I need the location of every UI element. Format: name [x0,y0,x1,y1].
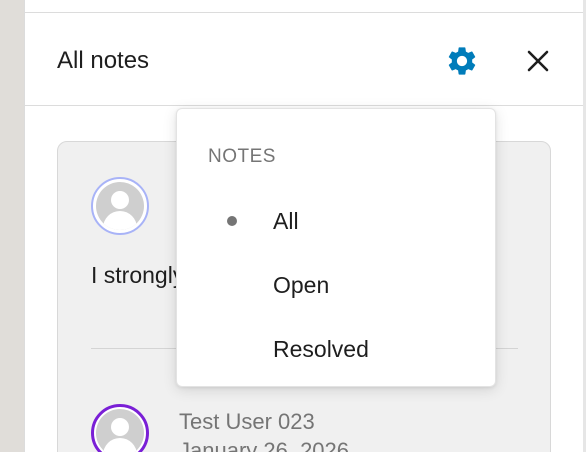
notes-sidebar-screen: All notes I strongly Test User 023 Janua… [0,0,586,452]
menu-item-open[interactable]: Open [192,261,480,309]
reply-author: Test User 023 [179,409,315,434]
user-avatar-icon [96,409,144,452]
menu-item-resolved[interactable]: Resolved [192,325,480,373]
close-icon [527,50,549,72]
note-text: I strongly [91,262,181,288]
selected-dot-icon [227,216,237,226]
panel-title: All notes [57,47,150,74]
menu-heading: NOTES [208,146,276,167]
reply-date: January 26, 2026 [179,438,350,452]
menu-item-label: All [273,208,299,234]
editor-gutter [0,0,24,452]
close-button[interactable] [520,43,556,79]
menu-item-all[interactable]: All [192,197,480,245]
notes-panel-header: All notes [24,13,583,106]
avatar [91,177,149,235]
gear-icon [448,47,476,75]
user-avatar-icon [96,182,144,230]
settings-button[interactable] [444,43,480,79]
menu-item-label: Open [273,272,330,298]
menu-item-label: Resolved [273,336,369,362]
